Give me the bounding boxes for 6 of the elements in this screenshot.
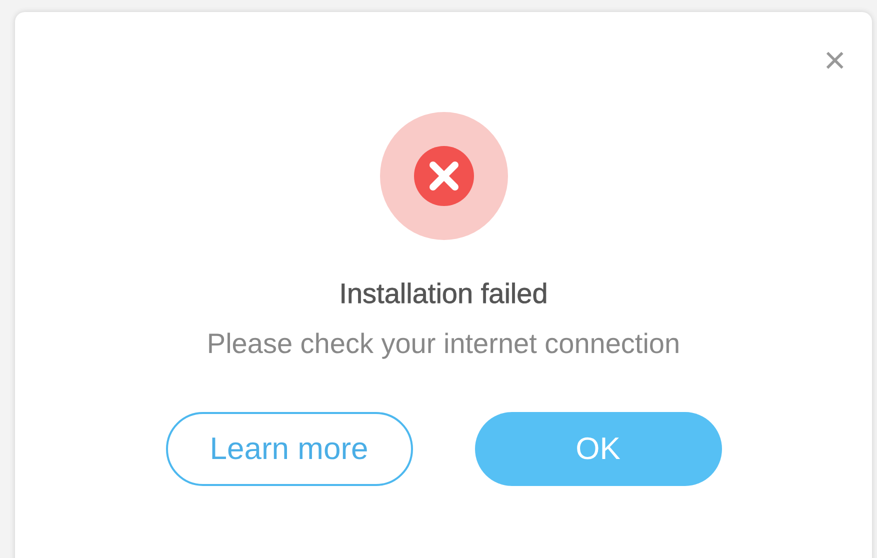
learn-more-button[interactable]: Learn more: [166, 412, 412, 486]
error-icon: [380, 112, 508, 240]
ok-button[interactable]: OK: [474, 412, 722, 486]
dialog-message: Please check your internet connection: [206, 328, 680, 360]
close-button[interactable]: ×: [824, 42, 846, 80]
dialog-title: Installation failed: [339, 278, 548, 310]
